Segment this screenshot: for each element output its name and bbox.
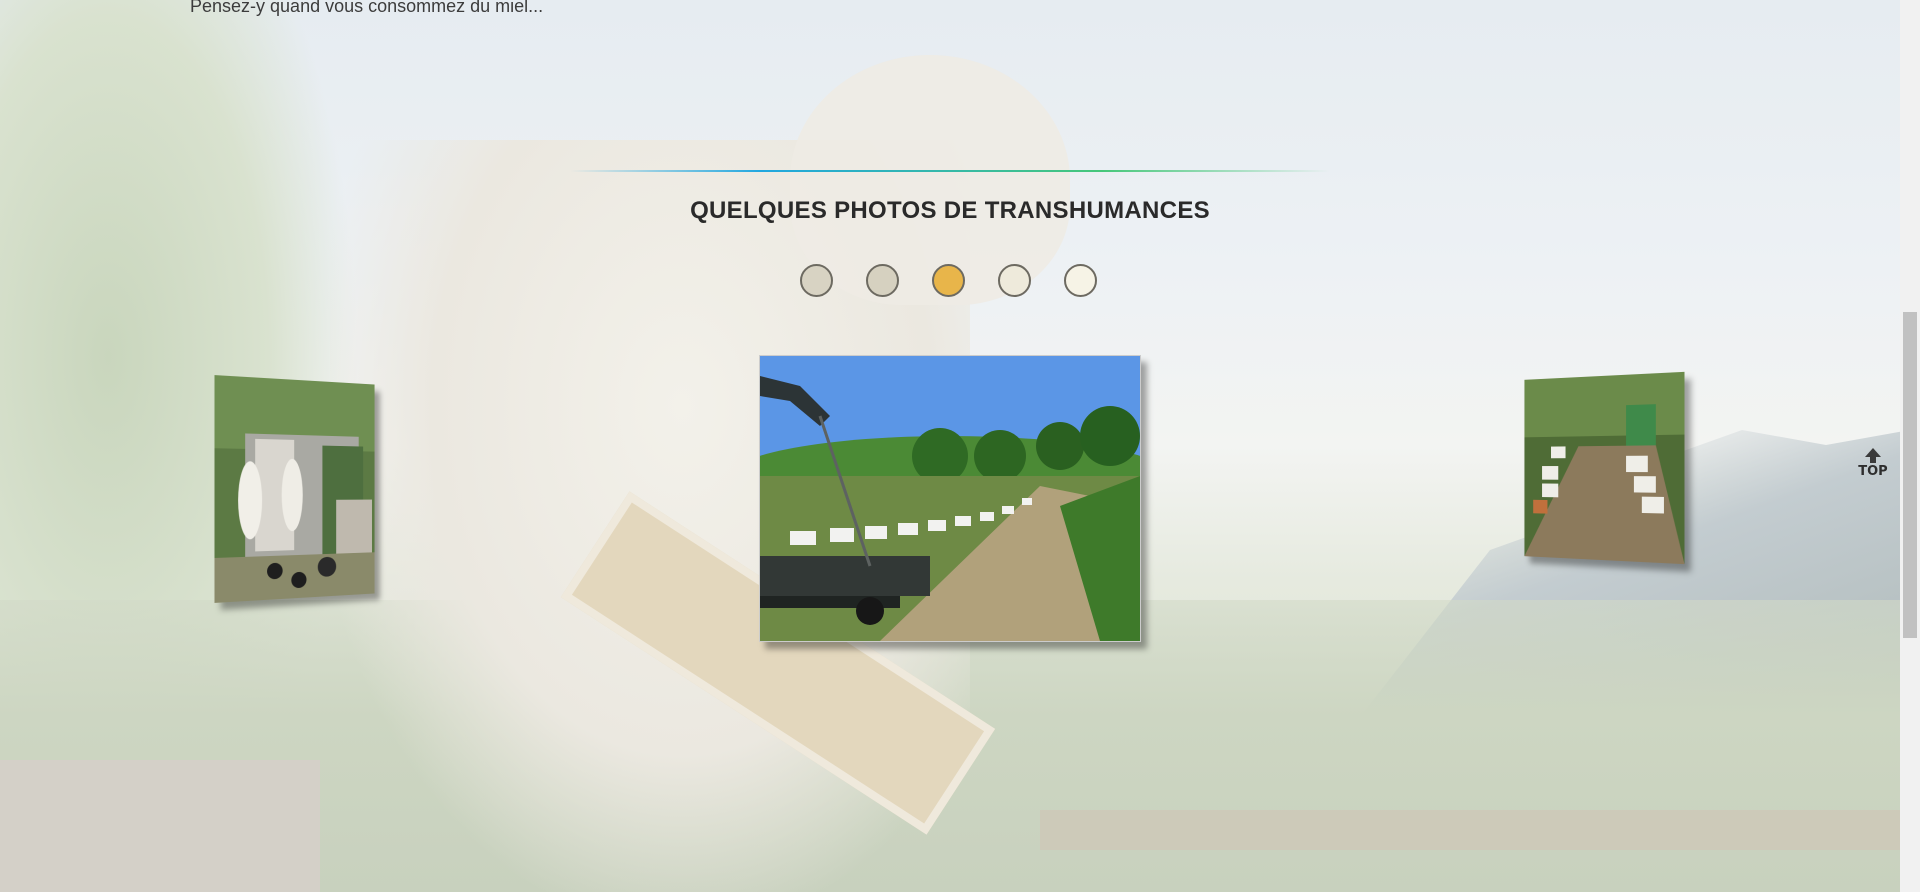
carousel-dot-3-active[interactable] bbox=[932, 264, 965, 297]
carousel-photo-left[interactable] bbox=[214, 375, 375, 603]
photo-hives-track-image bbox=[760, 356, 1140, 641]
section-divider bbox=[570, 170, 1330, 172]
carousel-dot-1[interactable] bbox=[800, 264, 833, 297]
section-title: QUELQUES PHOTOS DE TRANSHUMANCES bbox=[690, 197, 1210, 224]
carousel-photo-right[interactable] bbox=[1524, 371, 1685, 565]
arrow-up-icon bbox=[1865, 448, 1881, 457]
carousel-dot-5[interactable] bbox=[1064, 264, 1097, 297]
carousel-dot-4[interactable] bbox=[998, 264, 1031, 297]
background-hives-right bbox=[1040, 810, 1900, 850]
back-to-top-label: TOP bbox=[1858, 464, 1888, 479]
back-to-top-button[interactable]: TOP bbox=[1858, 448, 1888, 486]
scrollbar-thumb[interactable] bbox=[1903, 312, 1917, 638]
carousel-dot-2[interactable] bbox=[866, 264, 899, 297]
photo-hive-loading-image bbox=[214, 375, 375, 603]
arrow-up-icon-stem bbox=[1870, 457, 1876, 463]
intro-text: Pensez-y quand vous consommez du miel... bbox=[190, 0, 544, 16]
background-hives-left bbox=[0, 760, 320, 892]
photo-hives-truck-image bbox=[1524, 371, 1685, 565]
background-beekeeper-hat bbox=[790, 55, 1070, 305]
carousel-photo-center[interactable] bbox=[759, 355, 1141, 642]
vertical-scrollbar[interactable] bbox=[1900, 0, 1920, 892]
